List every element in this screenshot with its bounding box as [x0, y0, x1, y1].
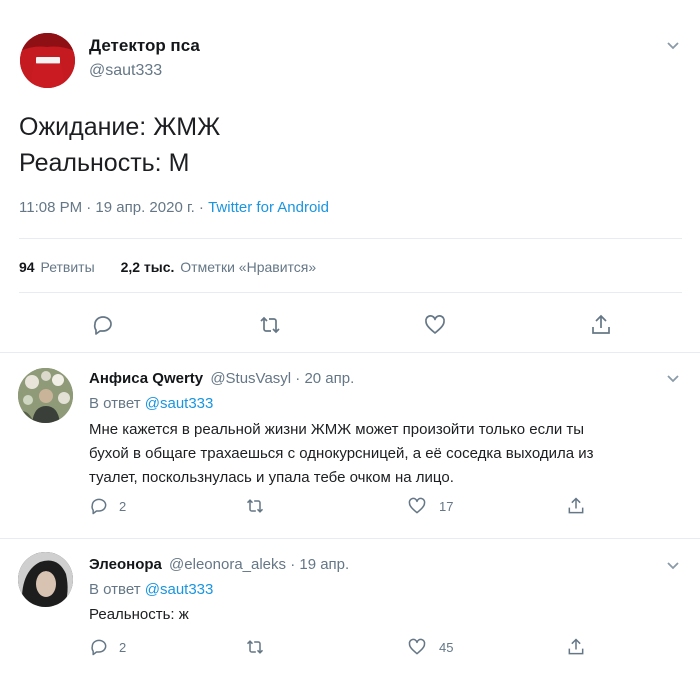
reply2-text: Реальность: ж	[89, 606, 189, 623]
share-icon	[568, 497, 584, 514]
main-author-handle[interactable]: @saut333	[89, 62, 162, 80]
main-tweet-text-line1: Ожидание: ЖМЖ	[19, 113, 221, 141]
share-icon	[568, 638, 584, 655]
reply1-reply-count: 2	[119, 498, 127, 514]
main-tweet-source[interactable]: Twitter for Android	[208, 199, 329, 216]
avatar-image	[20, 33, 75, 88]
reply-icon	[91, 498, 107, 515]
main-tweet-text-line2: Реальность: М	[19, 149, 190, 177]
reply2-reply-button[interactable]: 2	[89, 637, 126, 657]
reply2-author-handle[interactable]: @eleonora_aleks	[169, 556, 286, 573]
chevron-down-icon	[667, 42, 679, 50]
reply2-author-name[interactable]: Элеонора	[89, 556, 162, 573]
reply2-reply-to: В ответ @saut333	[89, 581, 213, 598]
reply1-text-line: туалет, поскользнулась и упала тебе очко…	[89, 469, 454, 486]
main-tweet-menu[interactable]	[666, 38, 680, 56]
divider	[0, 352, 700, 353]
reply2-retweet-button[interactable]	[244, 637, 266, 657]
reply1-like-count: 17	[439, 498, 454, 514]
share-icon	[592, 314, 610, 334]
reply2-reply-to-handle[interactable]: @saut333	[145, 581, 214, 598]
main-author-avatar[interactable]	[20, 33, 75, 88]
reply2-date[interactable]: · 19 апр.	[290, 556, 349, 573]
reply2-author-avatar[interactable]	[18, 552, 73, 607]
main-reply-button[interactable]	[91, 313, 115, 337]
reply1-author-handle[interactable]: @StusVasyl	[210, 370, 291, 387]
like-icon	[425, 315, 445, 334]
reply1-reply-to-label: В ответ	[89, 395, 145, 412]
retweets-count[interactable]: 94	[19, 259, 35, 275]
reply2-menu[interactable]	[666, 558, 680, 576]
retweet-icon	[246, 499, 264, 513]
divider	[19, 238, 682, 239]
reply2-share-button[interactable]	[566, 637, 586, 657]
chevron-down-icon	[667, 375, 679, 383]
reply2-like-count: 45	[439, 639, 454, 655]
reply1-reply-button[interactable]: 2	[89, 496, 126, 516]
reply1-retweet-button[interactable]	[244, 496, 266, 516]
reply1-author-name[interactable]: Анфиса Qwerty	[89, 370, 203, 387]
reply1-like-button[interactable]: 17	[407, 496, 453, 516]
divider	[19, 292, 682, 293]
reply1-reply-to-handle[interactable]: @saut333	[145, 395, 214, 412]
like-icon	[408, 497, 426, 514]
main-author-name[interactable]: Детектор пса	[89, 36, 200, 56]
main-tweet-meta: 11:08 PM · 19 апр. 2020 г. · Twitter for…	[19, 199, 329, 216]
main-share-button[interactable]	[589, 313, 613, 337]
main-tweet-stats: 94 Ретвиты 2,2 тыс. Отметки «Нравится»	[19, 259, 316, 275]
reply2-header: Элеонора @eleonora_aleks · 19 апр.	[89, 556, 349, 573]
reply1-date[interactable]: · 20 апр.	[295, 370, 354, 387]
reply-icon	[91, 639, 107, 656]
likes-label[interactable]: Отметки «Нравится»	[180, 259, 316, 275]
chevron-down-icon	[667, 562, 679, 570]
main-retweet-button[interactable]	[257, 313, 283, 337]
avatar-image	[18, 552, 73, 607]
main-like-button[interactable]	[423, 313, 447, 337]
reply2-reply-to-label: В ответ	[89, 581, 145, 598]
like-icon	[408, 638, 426, 655]
retweet-icon	[246, 640, 264, 654]
reply1-menu[interactable]	[666, 371, 680, 389]
reply1-text: Мне кажется в реальной жизни ЖМЖ может п…	[89, 418, 594, 490]
reply1-author-avatar[interactable]	[18, 368, 73, 423]
reply2-reply-count: 2	[119, 639, 127, 655]
retweets-label[interactable]: Ретвиты	[40, 259, 94, 275]
reply1-reply-to: В ответ @saut333	[89, 395, 213, 412]
reply1-text-line: Мне кажется в реальной жизни ЖМЖ может п…	[89, 421, 585, 438]
reply2-like-button[interactable]: 45	[407, 637, 453, 657]
main-tweet-timestamp[interactable]: 11:08 PM · 19 апр. 2020 г. ·	[19, 199, 208, 216]
reply-icon	[93, 316, 112, 335]
reply1-share-button[interactable]	[566, 496, 586, 516]
reply1-text-line: бухой в общаге трахаешься с однокурснице…	[89, 445, 594, 462]
likes-count[interactable]: 2,2 тыс.	[121, 259, 175, 275]
avatar-image	[18, 368, 73, 423]
divider	[0, 538, 700, 539]
retweet-icon	[260, 316, 280, 334]
reply1-header: Анфиса Qwerty @StusVasyl · 20 апр.	[89, 370, 354, 387]
